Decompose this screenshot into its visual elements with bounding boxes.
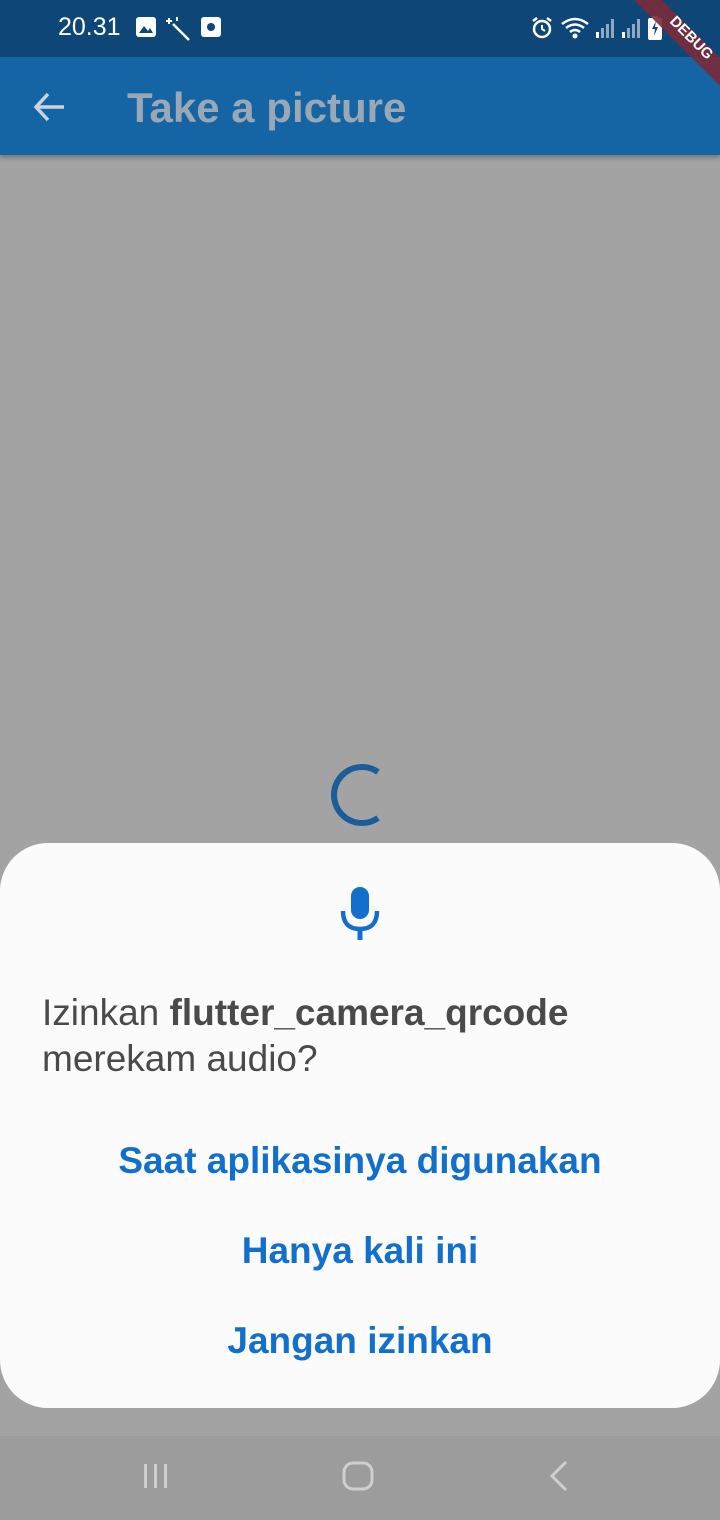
back-button[interactable] bbox=[22, 82, 78, 132]
home-icon[interactable] bbox=[340, 1458, 376, 1494]
wifi-icon bbox=[561, 17, 589, 39]
permission-message: Izinkan flutter_camera_qrcode merekam au… bbox=[42, 990, 682, 1082]
message-suffix: merekam audio? bbox=[42, 1038, 318, 1079]
debug-banner: DEBUG bbox=[620, 0, 720, 100]
app-bar: Take a picture bbox=[0, 57, 720, 155]
image-icon bbox=[136, 17, 156, 37]
allow-once-button[interactable]: Hanya kali ini bbox=[0, 1230, 720, 1272]
alarm-icon bbox=[532, 17, 552, 39]
message-prefix: Izinkan bbox=[42, 992, 170, 1033]
app-name: flutter_camera_qrcode bbox=[169, 992, 569, 1033]
status-time: 20.31 bbox=[58, 13, 121, 41]
screen-record-icon bbox=[201, 17, 221, 37]
page-title: Take a picture bbox=[127, 84, 407, 131]
arrow-back-icon bbox=[33, 92, 64, 122]
back-icon[interactable] bbox=[544, 1458, 574, 1494]
allow-while-using-button[interactable]: Saat aplikasinya digunakan bbox=[0, 1140, 720, 1182]
navigation-bar bbox=[0, 1436, 720, 1520]
magic-wand-icon bbox=[166, 17, 190, 41]
loading-spinner-icon bbox=[331, 764, 380, 826]
recent-apps-icon[interactable] bbox=[140, 1458, 172, 1494]
status-bar: 20.31 bbox=[0, 0, 720, 57]
deny-button[interactable]: Jangan izinkan bbox=[0, 1320, 720, 1362]
signal-icon bbox=[596, 19, 614, 38]
microphone-icon bbox=[340, 887, 380, 940]
